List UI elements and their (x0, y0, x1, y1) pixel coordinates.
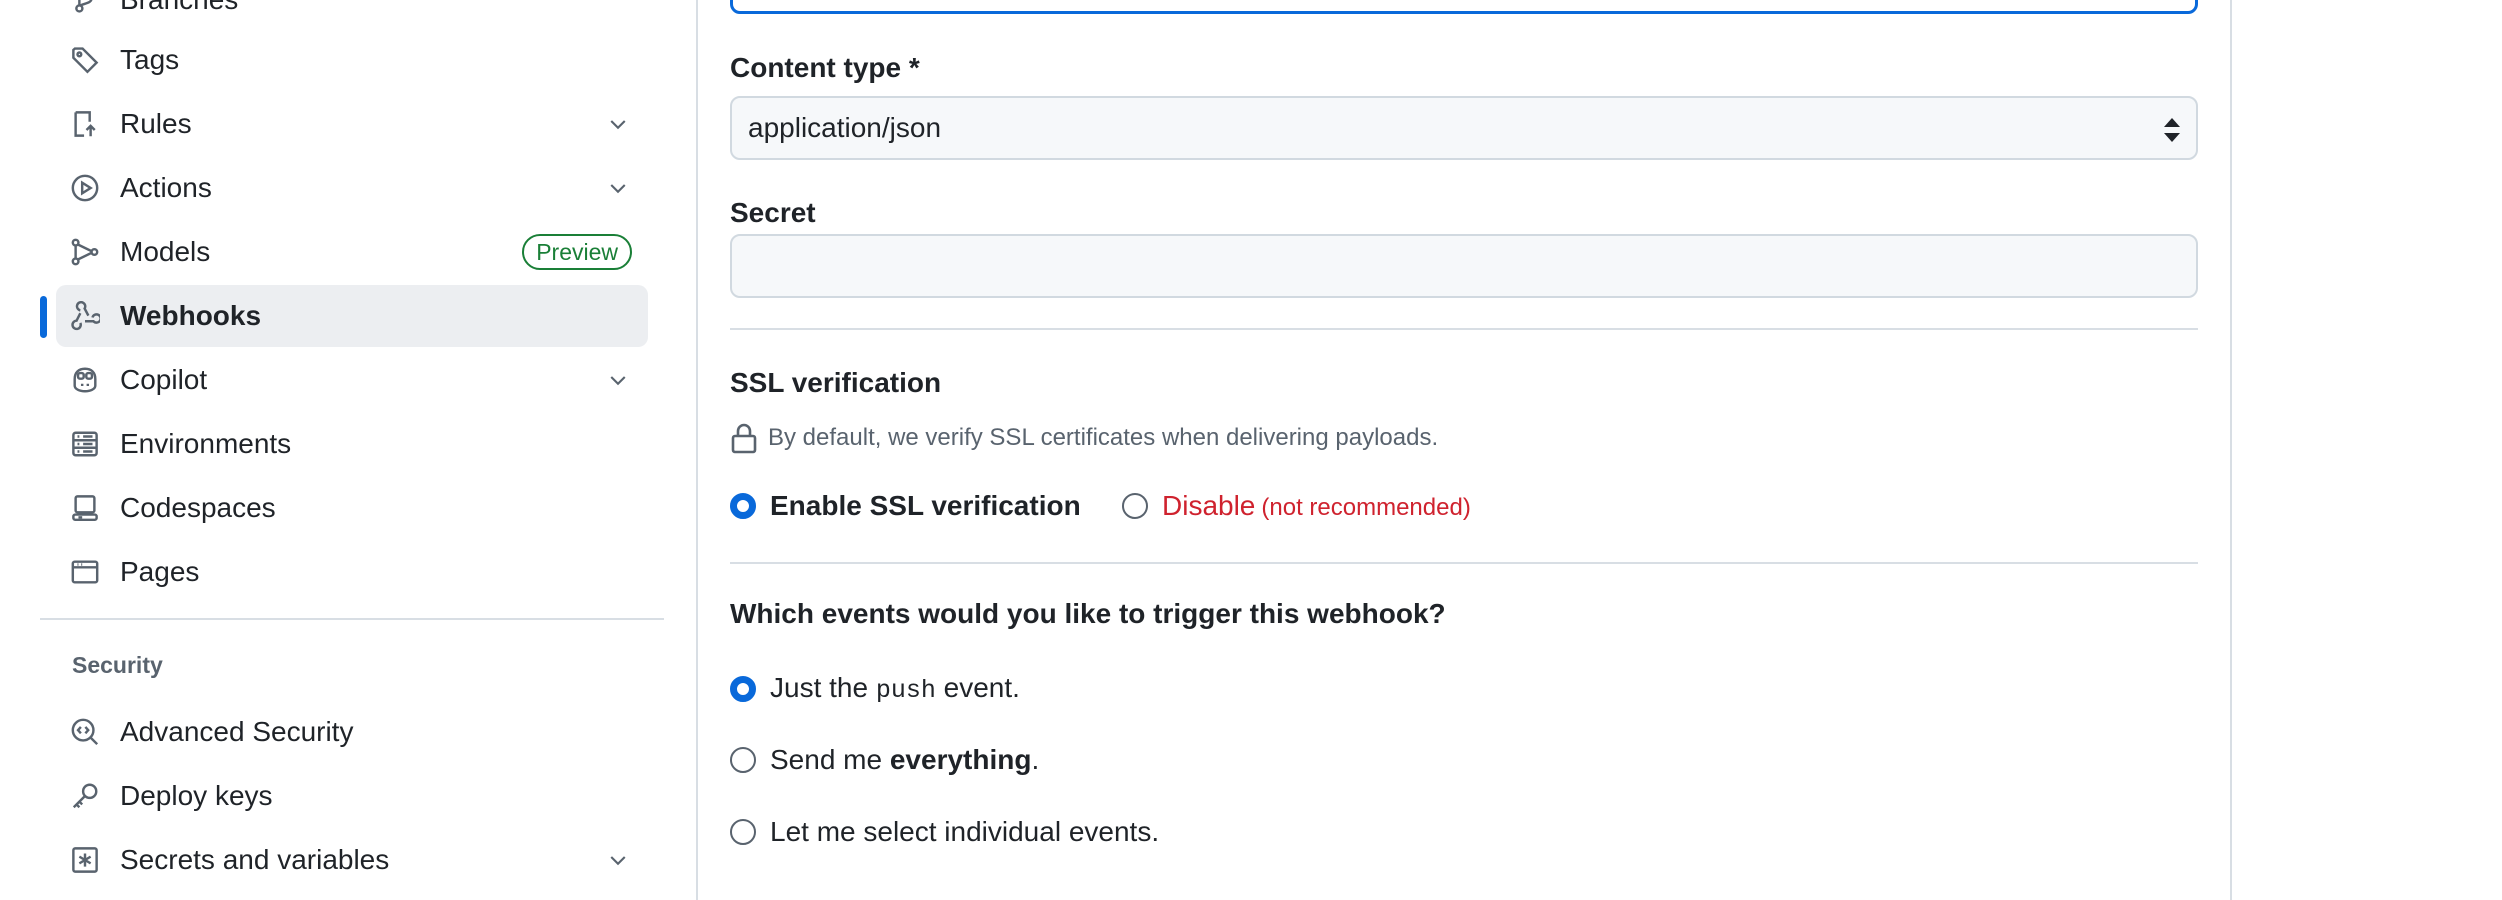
sidebar-item-tags[interactable]: Tags (56, 29, 648, 91)
rules-icon (70, 109, 100, 139)
server-icon (70, 429, 100, 459)
tag-icon (70, 45, 100, 75)
lock-icon (731, 423, 757, 454)
sidebar-item-label: Pages (120, 556, 200, 587)
copilot-icon (70, 365, 100, 395)
event-select-label: Let me select individual events. (770, 816, 1160, 847)
sidebar-item-label: Models (120, 236, 211, 267)
event-everything-label: Send me everything. (770, 744, 1039, 776)
security-section-heading: Security (72, 652, 163, 678)
event-push-radio[interactable] (730, 675, 756, 702)
chevron-down-icon[interactable] (606, 848, 630, 872)
content-border-left (696, 0, 698, 900)
select-arrows-icon (2164, 118, 2180, 142)
asterisk-icon (70, 845, 100, 875)
codescan-icon (70, 717, 100, 747)
sidebar-item-actions[interactable]: Actions (56, 157, 648, 219)
play-icon (70, 173, 100, 203)
content-type-value: application/json (748, 112, 942, 143)
event-select-radio[interactable] (730, 819, 756, 845)
sidebar-item-environments[interactable]: Environments (56, 413, 648, 475)
event-push-option[interactable]: Just the push event. (730, 672, 1020, 705)
content-type-label: Content type * (730, 52, 920, 83)
sidebar-item-label: Copilot (120, 364, 208, 395)
ssl-disable-radio[interactable] (1122, 493, 1148, 519)
chevron-down-icon[interactable] (606, 176, 630, 200)
event-everything-bold: everything (889, 744, 1032, 775)
sidebar-item-label: Secrets and variables (120, 844, 390, 875)
preview-badge: Preview (522, 234, 632, 270)
sidebar-item-label: Rules (120, 108, 192, 139)
branch-icon (70, 0, 100, 15)
push-code: push (875, 676, 936, 705)
ssl-disable-label: Disable (not recommended) (1162, 490, 1471, 522)
ssl-enable-label: Enable SSL verification (770, 490, 1081, 521)
ssl-note: By default, we verify SSL certificates w… (730, 418, 1438, 458)
event-everything-suffix: . (1031, 744, 1040, 775)
sidebar-item-label: Codespaces (120, 492, 276, 523)
divider (730, 562, 2198, 564)
ssl-verification-heading: SSL verification (730, 367, 942, 398)
event-push-label: Just the push event. (770, 672, 1020, 705)
event-everything-prefix: Send me (770, 744, 883, 775)
event-everything-radio[interactable] (730, 747, 756, 773)
models-icon (70, 237, 100, 267)
secret-label: Secret (730, 197, 816, 228)
webhook-form: Content type * application/json Secret S… (730, 0, 2198, 900)
event-select-option[interactable]: Let me select individual events. (730, 816, 1159, 848)
sidebar-item-label: Advanced Security (120, 716, 354, 747)
sidebar-item-label: Actions (120, 172, 212, 203)
key-icon (70, 781, 100, 811)
webhook-settings-page: Branches Tags Rules Actions (0, 0, 2502, 900)
ssl-disable-text: Disable (1162, 490, 1256, 521)
sidebar-item-label: Branches (120, 0, 238, 16)
ssl-note-text: By default, we verify SSL certificates w… (768, 424, 1439, 451)
chevron-down-icon[interactable] (606, 112, 630, 136)
sidebar-item-copilot[interactable]: Copilot (56, 349, 648, 411)
sidebar-item-rules[interactable]: Rules (56, 93, 648, 155)
sidebar-item-label: Tags (120, 44, 180, 75)
event-push-suffix: event. (943, 672, 1020, 703)
ssl-enable-radio[interactable] (730, 493, 756, 519)
sidebar-item-webhooks[interactable]: Webhooks (56, 285, 648, 347)
event-push-prefix: Just the (770, 672, 869, 703)
sidebar-item-deploy-keys[interactable]: Deploy keys (56, 765, 648, 827)
content-type-select[interactable]: application/json (730, 96, 2198, 160)
codespaces-icon (70, 493, 100, 523)
sidebar-item-secrets-and-variables[interactable]: Secrets and variables (56, 829, 648, 891)
sidebar-item-codespaces[interactable]: Codespaces (56, 477, 648, 539)
divider (730, 328, 2198, 330)
events-heading: Which events would you like to trigger t… (730, 598, 1446, 629)
sidebar-item-label: Webhooks (120, 300, 262, 331)
content-border-right (2230, 0, 2232, 900)
chevron-down-icon[interactable] (606, 368, 630, 392)
event-everything-option[interactable]: Send me everything. (730, 744, 1039, 776)
sidebar-item-models[interactable]: Models Preview (56, 221, 648, 283)
payload-url-input[interactable] (730, 0, 2198, 14)
sidebar-item-pages[interactable]: Pages (56, 541, 648, 603)
secret-input[interactable] (730, 234, 2198, 298)
sidebar-item-advanced-security[interactable]: Advanced Security (56, 701, 648, 763)
browser-icon (70, 557, 100, 587)
webhook-icon (70, 301, 100, 331)
ssl-enable-option[interactable]: Enable SSL verification (730, 490, 1081, 522)
sidebar-divider (40, 618, 664, 620)
ssl-disable-note: (not recommended) (1261, 494, 1471, 521)
active-indicator (40, 296, 47, 338)
settings-sidebar: Branches Tags Rules Actions (0, 0, 670, 900)
sidebar-item-branches[interactable]: Branches (56, 0, 648, 31)
sidebar-item-label: Deploy keys (120, 780, 273, 811)
sidebar-item-label: Environments (120, 428, 292, 459)
ssl-disable-option[interactable]: Disable (not recommended) (1122, 490, 1471, 522)
